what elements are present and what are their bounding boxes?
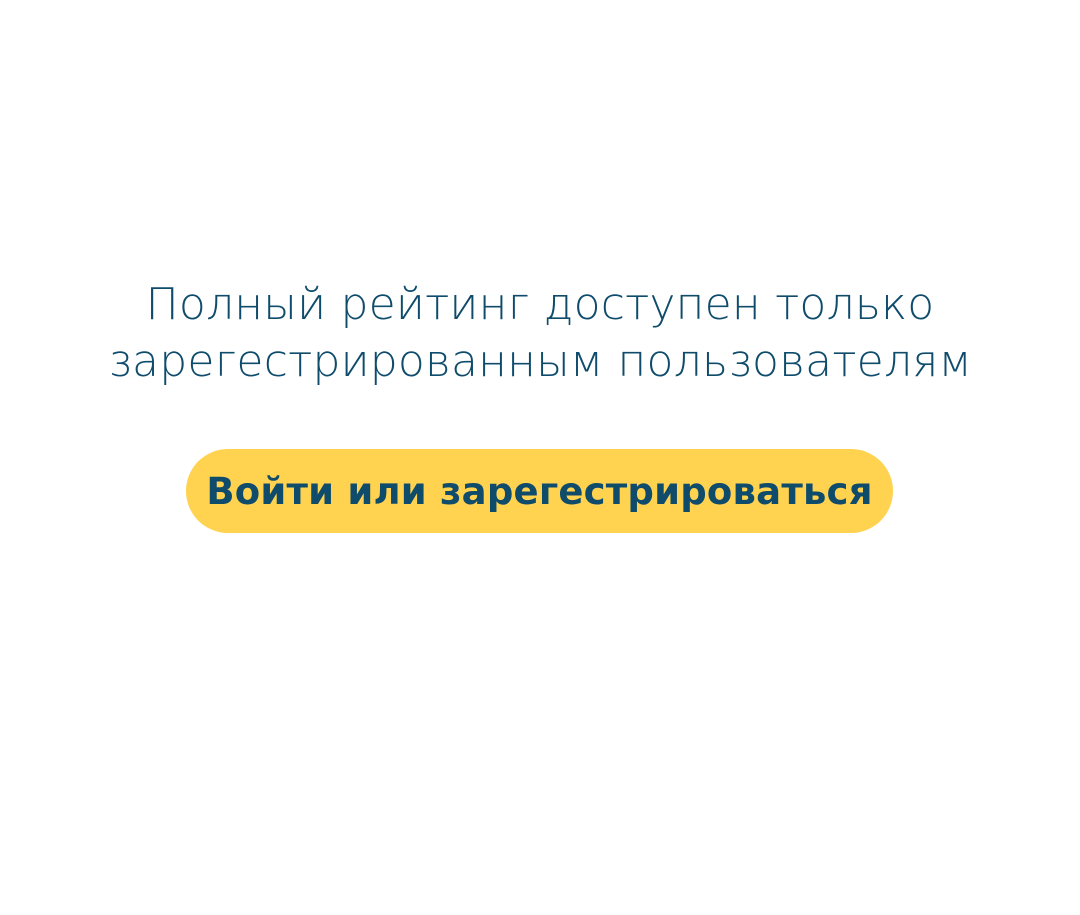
login-required-message: Полный рейтинг доступен только зарегестр… (40, 276, 1040, 390)
login-or-register-label: Войти или зарегестрироваться (206, 469, 873, 513)
login-required-panel: Полный рейтинг доступен только зарегестр… (0, 0, 1080, 915)
login-or-register-button[interactable]: Войти или зарегестрироваться (186, 449, 893, 533)
message-line-2: зарегестрированным пользователям (108, 336, 972, 387)
message-line-1: Полный рейтинг доступен только (145, 279, 935, 330)
